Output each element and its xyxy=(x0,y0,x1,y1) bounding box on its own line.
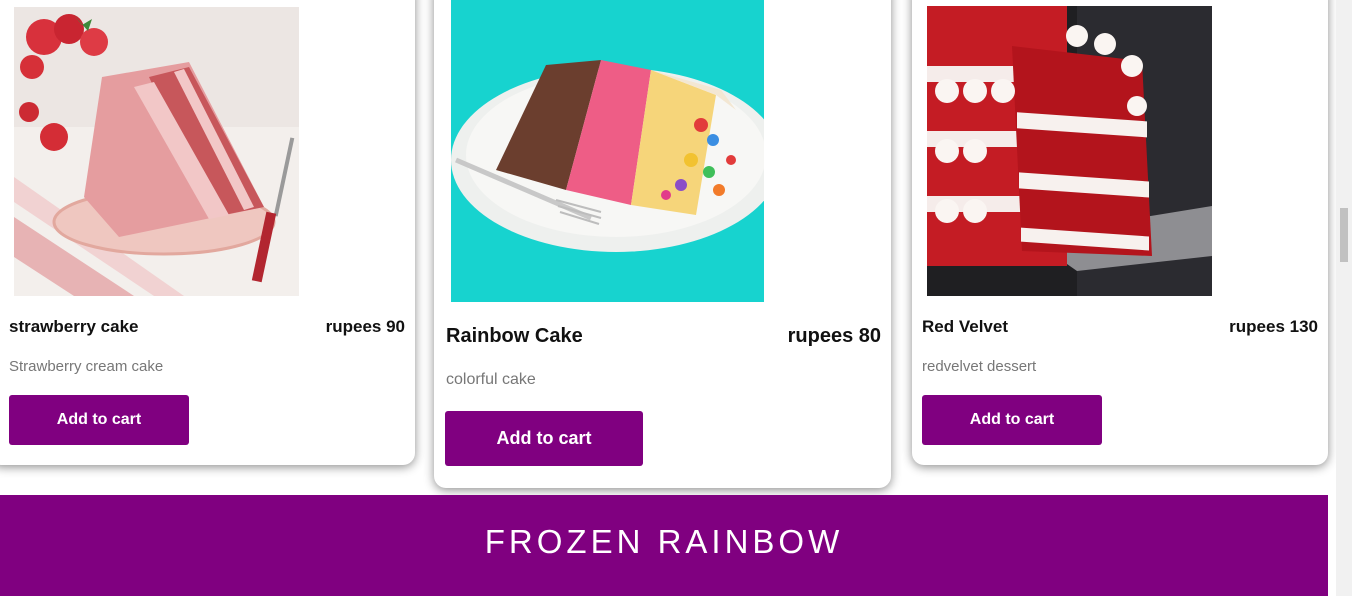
add-to-cart-button[interactable]: Add to cart xyxy=(9,395,189,445)
product-name: Rainbow Cake xyxy=(446,325,583,347)
page: strawberry cake rupees 90 Strawberry cre… xyxy=(0,0,1352,596)
add-to-cart-button[interactable]: Add to cart xyxy=(922,395,1102,445)
scrollbar-thumb[interactable] xyxy=(1340,208,1348,262)
rainbow-cake-image xyxy=(451,0,764,302)
product-description: colorful cake xyxy=(446,371,536,388)
banner-title: FROZEN RAINBOW xyxy=(484,523,844,560)
add-to-cart-button[interactable]: Add to cart xyxy=(445,411,643,466)
product-description: Strawberry cream cake xyxy=(9,358,164,375)
product-price: rupees 80 xyxy=(787,325,881,347)
product-card-strawberry: strawberry cake rupees 90 Strawberry cre… xyxy=(0,0,415,465)
strawberry-cake-image xyxy=(14,7,299,296)
product-price: rupees 90 xyxy=(325,317,405,336)
product-description: redvelvet dessert xyxy=(922,358,1037,375)
product-name: strawberry cake xyxy=(9,317,139,336)
red-velvet-cake-image xyxy=(927,6,1212,296)
product-name: Red Velvet xyxy=(922,317,1008,336)
product-card-red-velvet: Red Velvet rupees 130 redvelvet dessert … xyxy=(912,0,1328,465)
product-card-rainbow: Rainbow Cake rupees 80 colorful cake Add… xyxy=(434,0,891,488)
product-price: rupees 130 xyxy=(1229,317,1318,336)
section-banner: FROZEN RAINBOW xyxy=(0,495,1328,596)
vertical-scrollbar[interactable] xyxy=(1336,0,1352,596)
